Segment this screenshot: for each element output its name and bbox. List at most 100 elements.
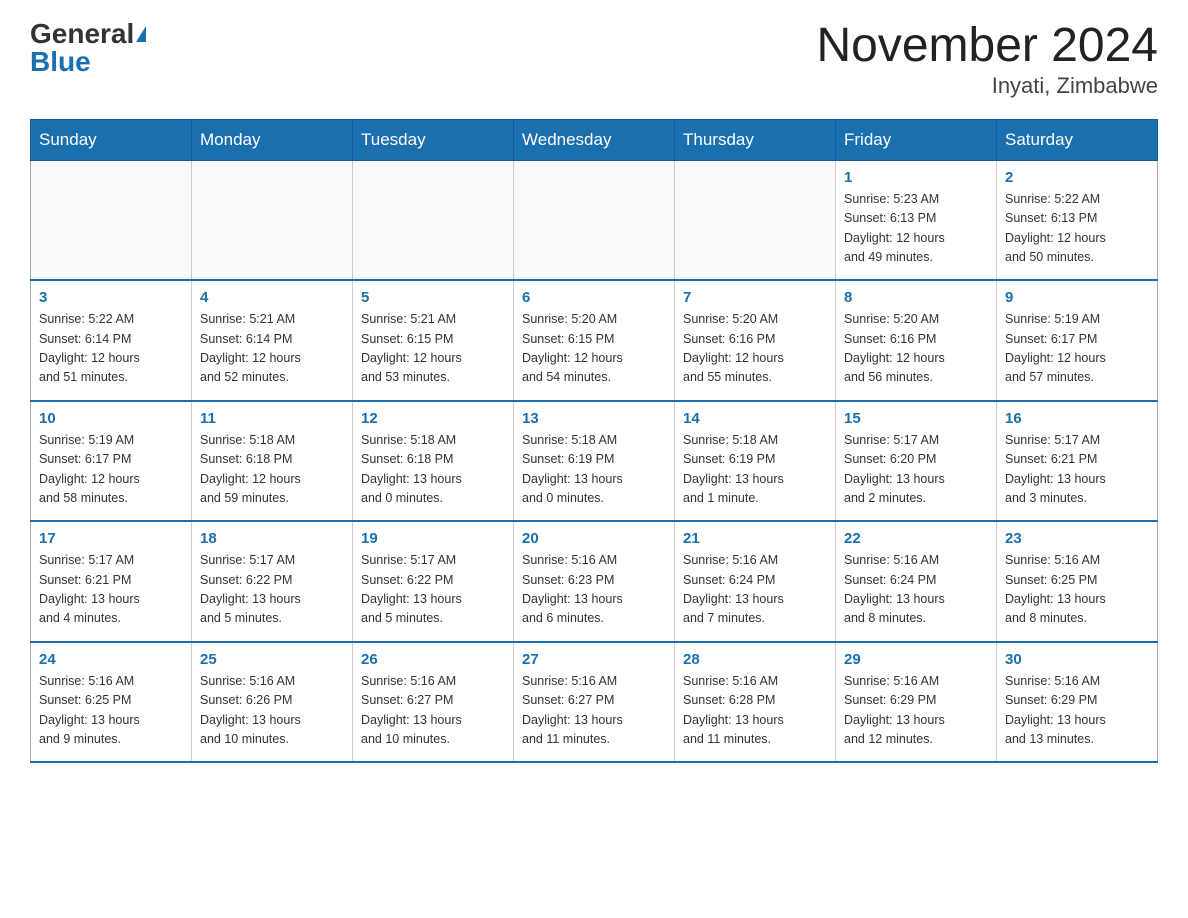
day-info: Sunrise: 5:16 AM Sunset: 6:27 PM Dayligh…: [522, 672, 666, 750]
day-info: Sunrise: 5:16 AM Sunset: 6:25 PM Dayligh…: [1005, 551, 1149, 629]
day-number: 19: [361, 530, 505, 547]
calendar-week-row: 3Sunrise: 5:22 AM Sunset: 6:14 PM Daylig…: [31, 280, 1158, 401]
day-info: Sunrise: 5:17 AM Sunset: 6:20 PM Dayligh…: [844, 431, 988, 509]
day-number: 11: [200, 410, 344, 427]
table-row: 6 Sunrise: 5:20 AM Sunset: 6:15 PM Daylig…: [514, 280, 675, 401]
table-row: 17 Sunrise: 5:17 AM Sunset: 6:21 PM Dayli…: [31, 521, 192, 642]
day-info: Sunrise: 5:16 AM Sunset: 6:27 PM Dayligh…: [361, 672, 505, 750]
day-info: Sunrise: 5:16 AM Sunset: 6:23 PM Dayligh…: [522, 551, 666, 629]
table-row: 5 Sunrise: 5:21 AM Sunset: 6:15 PM Daylig…: [353, 280, 514, 401]
table-row: [31, 160, 192, 280]
day-info: Sunrise: 5:16 AM Sunset: 6:24 PM Dayligh…: [683, 551, 827, 629]
calendar-week-row: 10 Sunrise: 5:19 AM Sunset: 6:17 PM Dayli…: [31, 401, 1158, 522]
day-info: Sunrise: 5:18 AM Sunset: 6:18 PM Dayligh…: [361, 431, 505, 509]
day-info: Sunrise: 5:16 AM Sunset: 6:24 PM Dayligh…: [844, 551, 988, 629]
col-monday: Monday: [192, 119, 353, 160]
day-info: Sunrise: 5:20 AM Sunset: 6:16 PM Dayligh…: [683, 310, 827, 388]
table-row: 25 Sunrise: 5:16 AM Sunset: 6:26 PM Dayli…: [192, 642, 353, 763]
day-number: 30: [1005, 651, 1149, 668]
day-info: Sunrise: 5:19 AM Sunset: 6:17 PM Dayligh…: [1005, 310, 1149, 388]
day-number: 20: [522, 530, 666, 547]
day-info: Sunrise: 5:17 AM Sunset: 6:21 PM Dayligh…: [1005, 431, 1149, 509]
table-row: 8Sunrise: 5:20 AM Sunset: 6:16 PM Daylig…: [836, 280, 997, 401]
day-info: Sunrise: 5:20 AM Sunset: 6:15 PM Dayligh…: [522, 310, 666, 388]
table-row: 15 Sunrise: 5:17 AM Sunset: 6:20 PM Dayli…: [836, 401, 997, 522]
day-number: 13: [522, 410, 666, 427]
table-row: [514, 160, 675, 280]
table-row: 18Sunrise: 5:17 AM Sunset: 6:22 PM Dayli…: [192, 521, 353, 642]
table-row: 12 Sunrise: 5:18 AM Sunset: 6:18 PM Dayli…: [353, 401, 514, 522]
day-info: Sunrise: 5:18 AM Sunset: 6:19 PM Dayligh…: [683, 431, 827, 509]
day-info: Sunrise: 5:18 AM Sunset: 6:19 PM Dayligh…: [522, 431, 666, 509]
logo-general-text: General: [30, 20, 134, 48]
col-thursday: Thursday: [675, 119, 836, 160]
table-row: 26 Sunrise: 5:16 AM Sunset: 6:27 PM Dayli…: [353, 642, 514, 763]
day-number: 17: [39, 530, 183, 547]
table-row: 14 Sunrise: 5:18 AM Sunset: 6:19 PM Dayli…: [675, 401, 836, 522]
day-number: 15: [844, 410, 988, 427]
calendar-title: November 2024: [816, 20, 1158, 73]
logo-blue-text: Blue: [30, 48, 91, 76]
day-number: 29: [844, 651, 988, 668]
col-wednesday: Wednesday: [514, 119, 675, 160]
day-number: 16: [1005, 410, 1149, 427]
day-number: 1: [844, 169, 988, 186]
day-info: Sunrise: 5:17 AM Sunset: 6:21 PM Dayligh…: [39, 551, 183, 629]
day-number: 6: [522, 289, 666, 306]
logo: General Blue: [30, 20, 146, 76]
day-number: 22: [844, 530, 988, 547]
col-saturday: Saturday: [997, 119, 1158, 160]
table-row: 9 Sunrise: 5:19 AM Sunset: 6:17 PM Daylig…: [997, 280, 1158, 401]
day-number: 24: [39, 651, 183, 668]
table-row: 13 Sunrise: 5:18 AM Sunset: 6:19 PM Dayli…: [514, 401, 675, 522]
calendar-week-row: 17 Sunrise: 5:17 AM Sunset: 6:21 PM Dayli…: [31, 521, 1158, 642]
table-row: 7Sunrise: 5:20 AM Sunset: 6:16 PM Daylig…: [675, 280, 836, 401]
day-info: Sunrise: 5:17 AM Sunset: 6:22 PM Dayligh…: [361, 551, 505, 629]
table-row: [675, 160, 836, 280]
table-row: 11 Sunrise: 5:18 AM Sunset: 6:18 PM Dayli…: [192, 401, 353, 522]
logo-triangle-icon: [136, 26, 146, 42]
day-number: 25: [200, 651, 344, 668]
table-row: 27Sunrise: 5:16 AM Sunset: 6:27 PM Dayli…: [514, 642, 675, 763]
day-number: 28: [683, 651, 827, 668]
table-row: 29Sunrise: 5:16 AM Sunset: 6:29 PM Dayli…: [836, 642, 997, 763]
table-row: 22 Sunrise: 5:16 AM Sunset: 6:24 PM Dayli…: [836, 521, 997, 642]
table-row: 20 Sunrise: 5:16 AM Sunset: 6:23 PM Dayli…: [514, 521, 675, 642]
day-number: 18: [200, 530, 344, 547]
col-sunday: Sunday: [31, 119, 192, 160]
calendar-header-row: Sunday Monday Tuesday Wednesday Thursday…: [31, 119, 1158, 160]
day-number: 5: [361, 289, 505, 306]
day-number: 26: [361, 651, 505, 668]
table-row: 28 Sunrise: 5:16 AM Sunset: 6:28 PM Dayli…: [675, 642, 836, 763]
day-info: Sunrise: 5:16 AM Sunset: 6:26 PM Dayligh…: [200, 672, 344, 750]
col-tuesday: Tuesday: [353, 119, 514, 160]
calendar-week-row: 24 Sunrise: 5:16 AM Sunset: 6:25 PM Dayli…: [31, 642, 1158, 763]
table-row: 16 Sunrise: 5:17 AM Sunset: 6:21 PM Dayli…: [997, 401, 1158, 522]
day-info: Sunrise: 5:18 AM Sunset: 6:18 PM Dayligh…: [200, 431, 344, 509]
day-number: 14: [683, 410, 827, 427]
table-row: 10 Sunrise: 5:19 AM Sunset: 6:17 PM Dayli…: [31, 401, 192, 522]
day-number: 4: [200, 289, 344, 306]
day-number: 23: [1005, 530, 1149, 547]
day-info: Sunrise: 5:16 AM Sunset: 6:28 PM Dayligh…: [683, 672, 827, 750]
table-row: 4Sunrise: 5:21 AM Sunset: 6:14 PM Daylig…: [192, 280, 353, 401]
table-row: 21Sunrise: 5:16 AM Sunset: 6:24 PM Dayli…: [675, 521, 836, 642]
table-row: 2Sunrise: 5:22 AM Sunset: 6:13 PM Daylig…: [997, 160, 1158, 280]
calendar-subtitle: Inyati, Zimbabwe: [816, 73, 1158, 99]
table-row: [192, 160, 353, 280]
page-header: General Blue November 2024 Inyati, Zimba…: [30, 20, 1158, 99]
day-info: Sunrise: 5:19 AM Sunset: 6:17 PM Dayligh…: [39, 431, 183, 509]
table-row: [353, 160, 514, 280]
day-number: 12: [361, 410, 505, 427]
day-info: Sunrise: 5:16 AM Sunset: 6:29 PM Dayligh…: [1005, 672, 1149, 750]
day-info: Sunrise: 5:22 AM Sunset: 6:14 PM Dayligh…: [39, 310, 183, 388]
day-number: 9: [1005, 289, 1149, 306]
table-row: 19 Sunrise: 5:17 AM Sunset: 6:22 PM Dayli…: [353, 521, 514, 642]
table-row: 30 Sunrise: 5:16 AM Sunset: 6:29 PM Dayli…: [997, 642, 1158, 763]
day-info: Sunrise: 5:22 AM Sunset: 6:13 PM Dayligh…: [1005, 190, 1149, 268]
col-friday: Friday: [836, 119, 997, 160]
calendar-week-row: 1Sunrise: 5:23 AM Sunset: 6:13 PM Daylig…: [31, 160, 1158, 280]
day-info: Sunrise: 5:21 AM Sunset: 6:15 PM Dayligh…: [361, 310, 505, 388]
day-info: Sunrise: 5:16 AM Sunset: 6:25 PM Dayligh…: [39, 672, 183, 750]
day-number: 10: [39, 410, 183, 427]
